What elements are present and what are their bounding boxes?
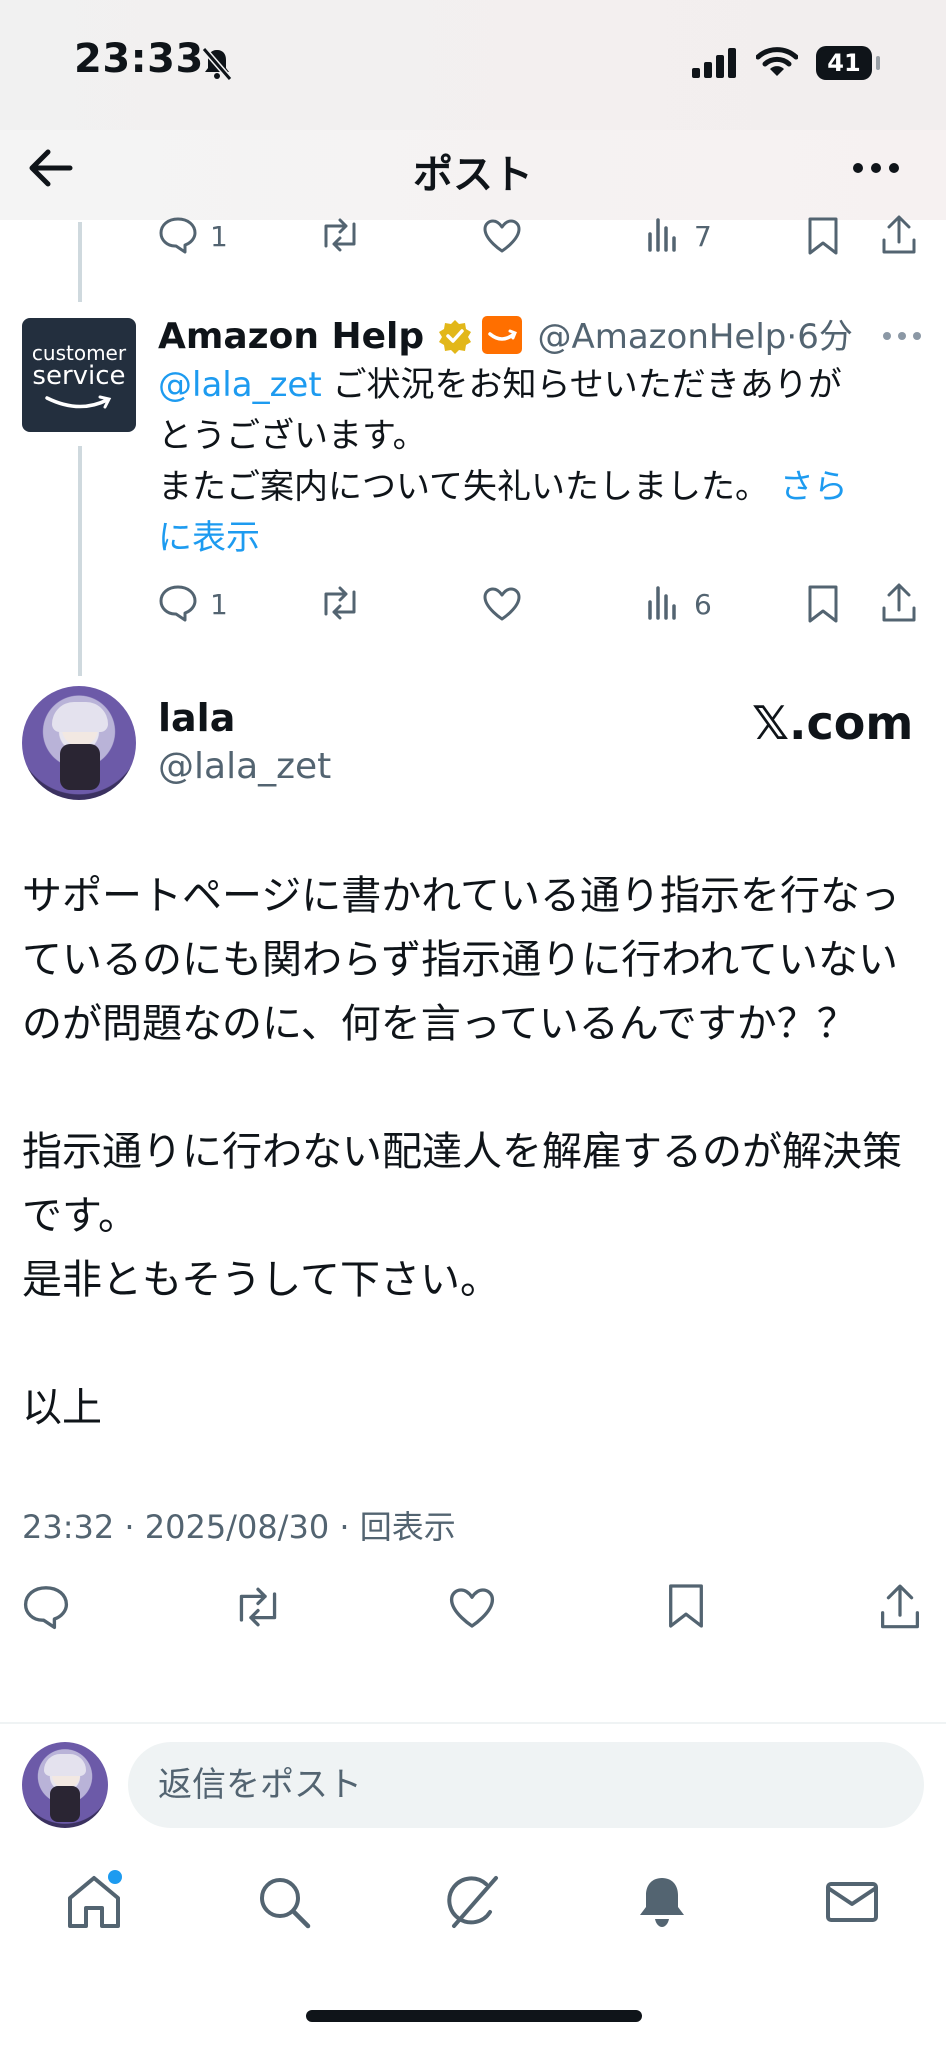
tweet-line [22,1312,928,1376]
tweet-meta: 23:32 · 2025/08/30 · 回表示 [22,1508,456,1546]
separator-dot: · [786,317,798,357]
divider [0,1722,946,1724]
prev-tweet-actions: 1 7 [0,212,946,262]
show-more-link-continued[interactable]: に表示 [158,513,918,564]
views-count: 6 [694,588,712,621]
more-icon[interactable] [852,160,900,176]
repost-icon[interactable] [318,586,362,620]
share-icon[interactable] [880,214,918,256]
author-handle[interactable]: @lala_zet [158,746,331,787]
tweet-line: サポートページに書かれている通り指示を行なっ [22,873,900,919]
signal-icon [692,48,736,78]
like-icon[interactable] [482,586,522,622]
silent-bell-icon [201,47,233,81]
search-icon[interactable] [254,1872,314,1932]
tweet-time: 6分 [797,317,853,357]
reply-placeholder: 返信をポスト [158,1765,362,1805]
tweet-line [22,1056,928,1120]
mention-link[interactable]: @lala_zet [158,365,322,405]
author-name[interactable]: lala [158,696,235,740]
bell-icon[interactable] [632,1872,692,1932]
x-com-logo: 𝕏.com [752,696,914,750]
thread-line [78,446,82,676]
amazon-smile-icon [45,395,112,409]
main-tweet-actions [0,1580,946,1636]
reply-input[interactable]: 返信をポスト [128,1742,924,1828]
grok-icon[interactable] [442,1872,502,1932]
reply-tweet-body: @lala_zet ご状況をお知らせいただきありが とうございます。 またご案内… [158,360,918,564]
reply-tweet-header: Amazon Help @AmazonHelp·6分 [158,314,853,360]
like-icon[interactable] [448,1586,496,1630]
repost-icon[interactable] [318,218,362,252]
notification-dot [108,1870,122,1884]
avatar-amazon-help[interactable]: customer service [22,318,136,432]
battery-level: 41 [827,49,861,77]
show-more-link[interactable]: さら [780,467,848,507]
avatar-self [22,1742,108,1828]
tweet-more-icon[interactable] [882,330,922,342]
tweet-line: とうございます。 [158,416,427,456]
status-time: 23:33 [74,36,204,82]
views-count: 7 [694,220,712,253]
repost-icon[interactable] [232,1586,284,1628]
tweet-line: です。 [22,1193,138,1239]
reply-icon[interactable] [158,216,198,254]
bottom-nav [0,1856,946,1966]
views-icon[interactable] [646,216,680,252]
tweet-line: 是非ともそうして下さい。 [22,1257,500,1303]
like-icon[interactable] [482,218,522,254]
avatar-lala[interactable] [22,686,136,800]
share-icon[interactable] [880,582,918,624]
main-tweet-body: サポートページに書かれている通り指示を行なっ ているのにも関わらず指示通りに行わ… [22,864,928,1440]
reply-count: 1 [210,220,228,253]
home-indicator [306,2010,642,2022]
reply-count: 1 [210,588,228,621]
reply-icon[interactable] [22,1584,70,1630]
page-title: ポスト [413,152,533,198]
tweet-line: 指示通りに行わない配達人を解雇するのが解決策 [22,1129,902,1175]
author-handle[interactable]: @AmazonHelp [537,317,786,357]
battery-icon: 41 [816,46,872,80]
avatar-line2: service [32,361,126,391]
battery-cap [876,56,880,70]
mail-icon[interactable] [822,1872,882,1932]
tweet-line: ご状況をお知らせいただきありが [321,365,842,405]
verified-badge-icon [439,320,472,354]
tweet-line: 以上 [22,1385,102,1431]
views-icon[interactable] [646,584,680,620]
wifi-icon [756,47,798,76]
status-bar: 23:33 41 [0,0,946,130]
tweet-line: またご案内について失礼いたしました。 [158,467,780,507]
amazon-affiliate-badge-icon [482,316,523,354]
bookmark-icon[interactable] [806,584,840,624]
tweet-line: のが問題なのに、何を言っているんですか？？ [22,1001,857,1047]
tweet-line: ているのにも関わらず指示通りに行われていない [22,937,898,983]
author-name[interactable]: Amazon Help [158,316,424,357]
reply-tweet-actions: 1 6 [0,580,946,630]
bookmark-icon[interactable] [666,1582,706,1630]
share-icon[interactable] [878,1582,922,1632]
reply-icon[interactable] [158,584,198,622]
bookmark-icon[interactable] [806,216,840,256]
